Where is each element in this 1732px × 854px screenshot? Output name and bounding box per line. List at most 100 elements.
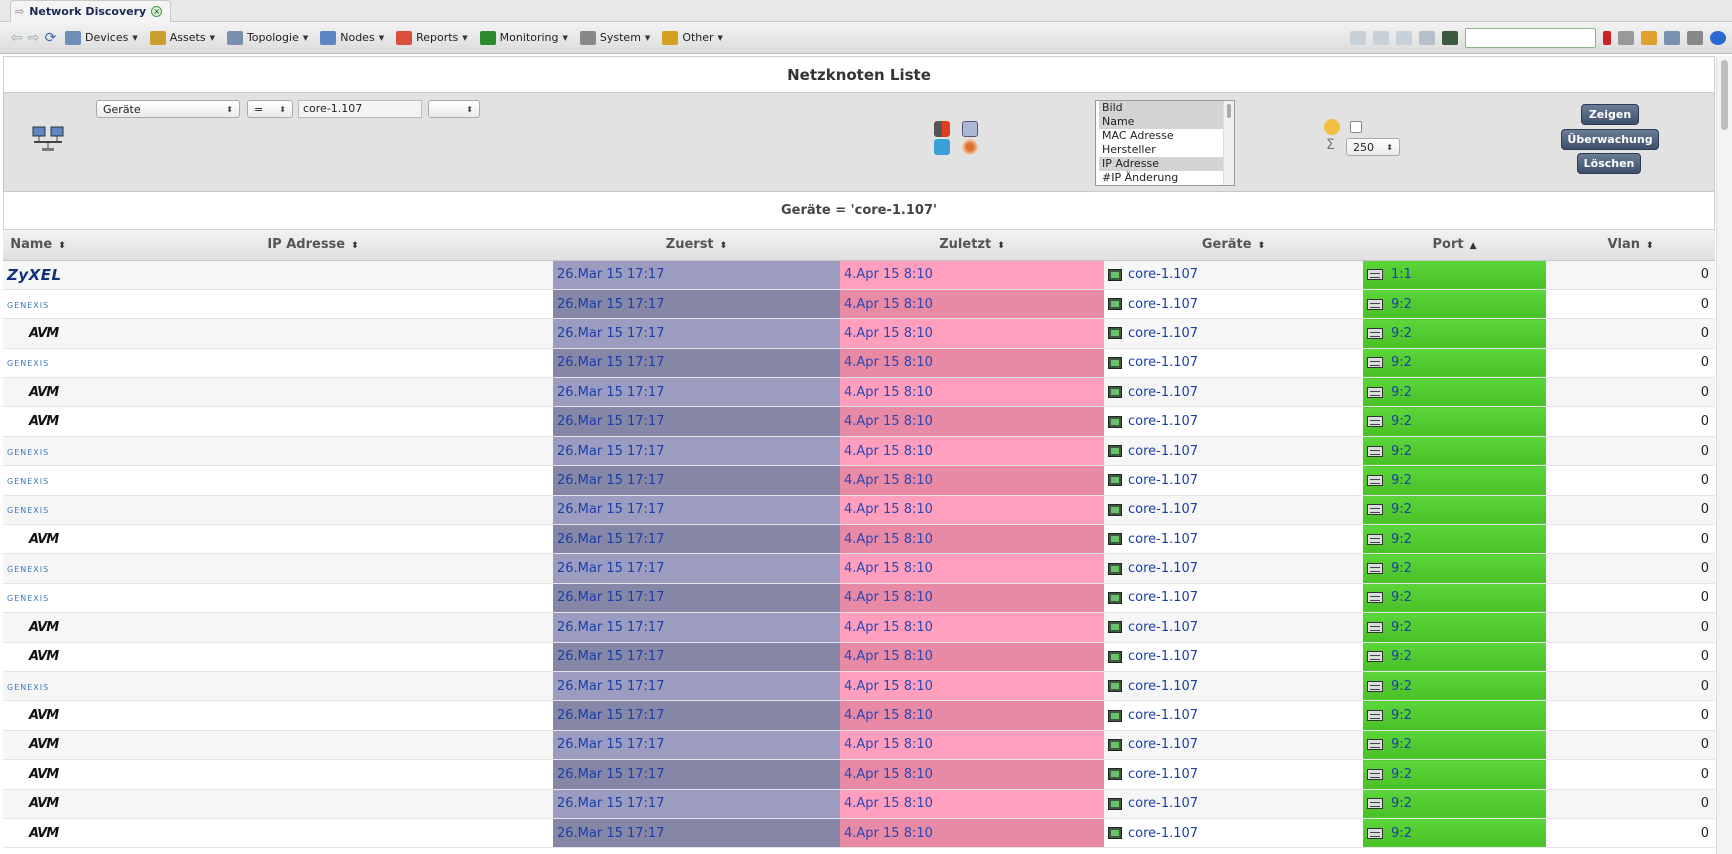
forward-icon[interactable]: ⇨ bbox=[25, 29, 42, 47]
port-link[interactable]: 9:2 bbox=[1391, 737, 1412, 752]
help-icon[interactable] bbox=[1710, 31, 1726, 45]
refresh-icon[interactable]: ⟳ bbox=[42, 29, 59, 47]
port-link[interactable]: 9:2 bbox=[1391, 502, 1412, 517]
sort-icon[interactable]: ⬍ bbox=[1258, 241, 1266, 251]
table-row[interactable]: GENEXIS 26.Mar 15 17:17 4.Apr 15 8:10 core-… bbox=[3, 553, 1715, 584]
device-link[interactable]: core-1.107 bbox=[1128, 708, 1198, 723]
port-link[interactable]: 9:2 bbox=[1391, 355, 1412, 370]
print-icon[interactable] bbox=[1618, 31, 1634, 45]
back-icon[interactable]: ⇦ bbox=[8, 29, 25, 47]
show-button[interactable]: Zeigen bbox=[1581, 104, 1639, 125]
monitor-icon[interactable] bbox=[1442, 31, 1458, 45]
column-option[interactable]: Hersteller bbox=[1099, 143, 1234, 157]
port-link[interactable]: 9:2 bbox=[1391, 326, 1412, 341]
layout-2-icon[interactable] bbox=[1373, 31, 1389, 45]
sort-icon[interactable]: ⬍ bbox=[997, 241, 1005, 251]
column-option[interactable]: Bild bbox=[1099, 101, 1234, 115]
port-link[interactable]: 9:2 bbox=[1391, 649, 1412, 664]
filter-field-select[interactable]: Geräte ⬍ bbox=[96, 100, 240, 118]
sort-icon[interactable]: ⬍ bbox=[1646, 241, 1654, 251]
table-row[interactable]: AVM 26.Mar 15 17:17 4.Apr 15 8:10 core-1.10… bbox=[3, 818, 1715, 849]
table-row[interactable]: AVM 26.Mar 15 17:17 4.Apr 15 8:10 core-1.10… bbox=[3, 642, 1715, 672]
device-link[interactable]: core-1.107 bbox=[1128, 796, 1198, 811]
device-link[interactable]: core-1.107 bbox=[1128, 473, 1198, 488]
table-row[interactable]: GENEXIS 26.Mar 15 17:17 4.Apr 15 8:10 core-… bbox=[3, 289, 1715, 320]
layout-3-icon[interactable] bbox=[1396, 31, 1412, 45]
column-header-4[interactable]: Geräte ⬍ bbox=[1104, 230, 1363, 261]
table-row[interactable]: ZyXEL 26.Mar 15 17:17 4.Apr 15 8:10 core-1.… bbox=[3, 260, 1715, 290]
table-row[interactable]: GENEXIS 26.Mar 15 17:17 4.Apr 15 8:10 core-… bbox=[3, 495, 1715, 526]
column-header-3[interactable]: Zuletzt ⬍ bbox=[840, 230, 1104, 261]
device-link[interactable]: core-1.107 bbox=[1128, 297, 1198, 312]
limit-select[interactable]: 250 ⬍ bbox=[1346, 138, 1400, 156]
device-link[interactable]: core-1.107 bbox=[1128, 590, 1198, 605]
port-link[interactable]: 1:1 bbox=[1391, 267, 1412, 282]
sort-icon[interactable]: ⬍ bbox=[351, 241, 359, 251]
device-link[interactable]: core-1.107 bbox=[1128, 444, 1198, 459]
port-link[interactable]: 9:2 bbox=[1391, 708, 1412, 723]
table-row[interactable]: AVM 26.Mar 15 17:17 4.Apr 15 8:10 core-1.10… bbox=[3, 700, 1715, 731]
listbox-scrollbar[interactable] bbox=[1223, 101, 1234, 185]
menu-assets[interactable]: Assets ▼ bbox=[144, 26, 221, 50]
column-option[interactable]: MAC Adresse bbox=[1099, 129, 1234, 143]
filter-operator-select[interactable]: = ⬍ bbox=[247, 100, 293, 118]
port-link[interactable]: 9:2 bbox=[1391, 444, 1412, 459]
sort-asc-icon[interactable]: ▲ bbox=[1470, 241, 1477, 251]
table-row[interactable]: AVM 26.Mar 15 17:17 4.Apr 15 8:10 core-1.10… bbox=[3, 730, 1715, 761]
port-link[interactable]: 9:2 bbox=[1391, 297, 1412, 312]
menu-nodes[interactable]: Nodes ▼ bbox=[314, 26, 390, 50]
close-icon[interactable]: × bbox=[151, 6, 163, 17]
topology-map-icon[interactable] bbox=[962, 121, 978, 137]
verify-icon[interactable] bbox=[934, 139, 950, 155]
filter-value-input[interactable]: core-1.107 bbox=[298, 100, 422, 118]
device-link[interactable]: core-1.107 bbox=[1128, 502, 1198, 517]
device-link[interactable]: core-1.107 bbox=[1128, 414, 1198, 429]
column-option[interactable]: #IP Änderung bbox=[1099, 171, 1234, 185]
device-link[interactable]: core-1.107 bbox=[1128, 267, 1198, 282]
table-row[interactable]: AVM 26.Mar 15 17:17 4.Apr 15 8:10 core-1.10… bbox=[3, 612, 1715, 643]
port-link[interactable]: 9:2 bbox=[1391, 679, 1412, 694]
wireless-icon[interactable] bbox=[962, 139, 978, 155]
delete-button[interactable]: Löschen bbox=[1577, 153, 1641, 174]
table-row[interactable]: AVM 26.Mar 15 17:17 4.Apr 15 8:10 core-1.10… bbox=[3, 406, 1715, 437]
device-link[interactable]: core-1.107 bbox=[1128, 326, 1198, 341]
device-link[interactable]: core-1.107 bbox=[1128, 826, 1198, 841]
device-link[interactable]: core-1.107 bbox=[1128, 532, 1198, 547]
table-row[interactable]: GENEXIS 26.Mar 15 17:17 4.Apr 15 8:10 core-… bbox=[3, 348, 1715, 379]
columns-listbox[interactable]: Bild Name MAC Adresse Hersteller IP Adresse #… bbox=[1095, 100, 1235, 186]
tab-network-discovery[interactable]: ⇨ Network Discovery × bbox=[10, 0, 172, 22]
upload-icon[interactable] bbox=[1664, 31, 1680, 45]
sort-icon[interactable]: ⬍ bbox=[720, 241, 728, 251]
export-icon[interactable] bbox=[1641, 31, 1657, 45]
palette-checkbox[interactable] bbox=[1350, 121, 1362, 133]
menu-monitoring[interactable]: Monitoring ▼ bbox=[474, 26, 574, 50]
filter-extra-select[interactable]: ⬍ bbox=[428, 100, 480, 118]
table-row[interactable]: AVM 26.Mar 15 17:17 4.Apr 15 8:10 core-1.10… bbox=[3, 377, 1715, 408]
port-link[interactable]: 9:2 bbox=[1391, 826, 1412, 841]
menu-reports[interactable]: Reports ▼ bbox=[390, 26, 474, 50]
palette-icon[interactable] bbox=[1324, 119, 1340, 135]
port-link[interactable]: 9:2 bbox=[1391, 532, 1412, 547]
table-row[interactable]: AVM 26.Mar 15 17:17 4.Apr 15 8:10 core-1.10… bbox=[3, 759, 1715, 790]
device-link[interactable]: core-1.107 bbox=[1128, 385, 1198, 400]
menu-system[interactable]: System ▼ bbox=[574, 26, 656, 50]
port-link[interactable]: 9:2 bbox=[1391, 414, 1412, 429]
port-link[interactable]: 9:2 bbox=[1391, 385, 1412, 400]
device-link[interactable]: core-1.107 bbox=[1128, 737, 1198, 752]
column-option[interactable]: Name bbox=[1099, 115, 1234, 129]
layout-1-icon[interactable] bbox=[1350, 31, 1366, 45]
port-link[interactable]: 9:2 bbox=[1391, 561, 1412, 576]
menu-other[interactable]: Other ▼ bbox=[656, 26, 729, 50]
column-header-0[interactable]: Name ⬍ bbox=[3, 230, 73, 261]
column-header-5[interactable]: Port ▲ bbox=[1363, 230, 1546, 261]
device-link[interactable]: core-1.107 bbox=[1128, 649, 1198, 664]
menu-topologie[interactable]: Topologie ▼ bbox=[221, 26, 314, 50]
table-row[interactable]: GENEXIS 26.Mar 15 17:17 4.Apr 15 8:10 core-… bbox=[3, 436, 1715, 467]
monitor-button[interactable]: Überwachung bbox=[1561, 129, 1659, 150]
port-link[interactable]: 9:2 bbox=[1391, 796, 1412, 811]
device-link[interactable]: core-1.107 bbox=[1128, 767, 1198, 782]
device-link[interactable]: core-1.107 bbox=[1128, 355, 1198, 370]
menu-devices[interactable]: Devices ▼ bbox=[59, 26, 144, 50]
search-input[interactable] bbox=[1465, 28, 1596, 48]
bookmark-icon[interactable] bbox=[1603, 31, 1611, 45]
